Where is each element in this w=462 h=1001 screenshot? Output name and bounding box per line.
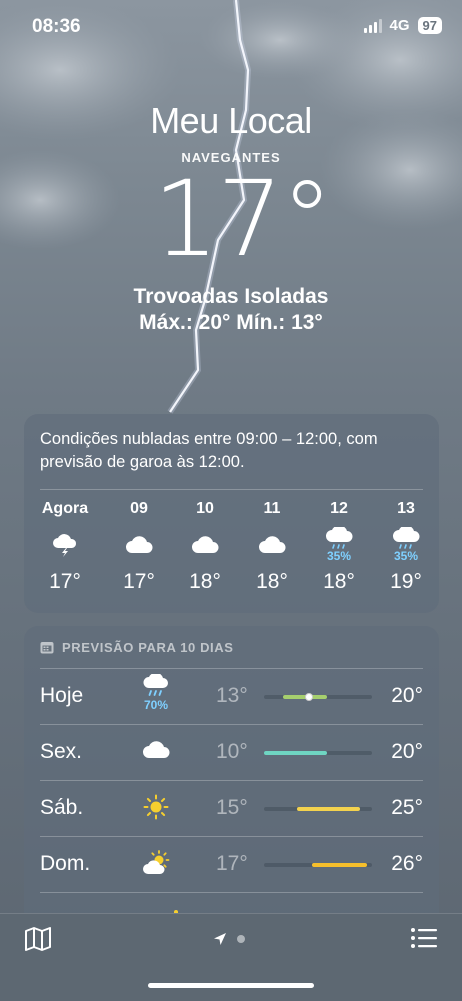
location-city: NAVEGANTES xyxy=(181,150,281,165)
forecast-summary: Condições nubladas entre 09:00 – 12:00, … xyxy=(40,430,378,471)
current-condition: Trovoadas Isoladas xyxy=(133,285,329,308)
day-row[interactable]: Sáb. 15° 25° xyxy=(24,780,439,836)
rain-cloud-icon: 70% xyxy=(136,674,176,712)
hour-item: 12 35% 18° xyxy=(309,498,369,594)
hour-label: 12 xyxy=(330,500,348,517)
day-label: Hoje xyxy=(40,684,84,707)
hour-item: 10 18° xyxy=(175,498,235,594)
current-temp-dot xyxy=(305,693,314,701)
hour-item: 13 35% 19° xyxy=(376,498,436,594)
drizzle-icon: 35% xyxy=(376,520,436,570)
row-divider xyxy=(40,724,423,725)
daily-header: PREVISÃO PARA 10 DIAS xyxy=(24,626,439,655)
network-label: 4G xyxy=(389,17,410,34)
location-header: Meu Local NAVEGANTES 17° Trovoadas Isola… xyxy=(0,100,462,335)
high-temp: 25° xyxy=(391,796,423,819)
day-label: Sáb. xyxy=(40,796,84,819)
hour-item: Agora 17° xyxy=(35,498,95,594)
current-temperature: 17° xyxy=(152,158,333,280)
location-title: Meu Local xyxy=(150,100,312,141)
cloud-icon xyxy=(109,520,169,570)
cloud-icon xyxy=(242,520,302,570)
high-temp: 20° xyxy=(391,740,423,763)
low-temp: 17° xyxy=(216,852,248,875)
row-divider xyxy=(40,892,423,893)
low-temp: 10° xyxy=(216,740,248,763)
hourly-list[interactable]: Agora 17° 09 17° 10 18° 11 18° 12 35% 18… xyxy=(24,498,439,608)
temp-range-bar xyxy=(264,863,372,867)
status-indicators: 4G 97 xyxy=(363,17,442,34)
list-icon[interactable] xyxy=(410,926,438,955)
hour-temperature: 19° xyxy=(390,570,422,593)
low-temp: 15° xyxy=(216,796,248,819)
precip-chance: 70% xyxy=(143,698,169,712)
temp-range-bar xyxy=(264,693,372,701)
hour-label: Agora xyxy=(41,500,89,517)
day-row[interactable]: Sex. 10° 20° xyxy=(24,724,439,780)
hour-item: 09 17° xyxy=(109,498,169,594)
location-arrow-icon xyxy=(214,933,226,945)
hour-temperature: 17° xyxy=(49,570,81,593)
temp-range-fill xyxy=(311,863,367,867)
row-divider xyxy=(40,780,423,781)
hour-label: 10 xyxy=(196,500,214,517)
hour-label: 11 xyxy=(263,500,281,517)
hour-temperature: 18° xyxy=(323,570,355,593)
hour-temperature: 18° xyxy=(189,570,221,593)
row-divider xyxy=(40,668,423,669)
card-divider xyxy=(40,489,423,490)
high-temp: 26° xyxy=(391,852,423,875)
row-divider xyxy=(40,836,423,837)
cloud-icon xyxy=(136,740,176,760)
map-icon[interactable] xyxy=(24,926,52,957)
hour-temperature: 17° xyxy=(123,570,155,593)
day-label: Sex. xyxy=(40,740,83,763)
hour-temperature: 18° xyxy=(256,570,288,593)
day-row[interactable]: Dom. 17° 26° xyxy=(24,836,439,892)
temp-range-fill xyxy=(264,751,327,755)
temp-range-bar xyxy=(264,751,372,755)
partly-cloudy-icon xyxy=(136,850,176,876)
hour-item: 11 18° xyxy=(242,498,302,594)
battery-icon: 97 xyxy=(417,17,442,34)
drizzle-icon: 35% xyxy=(309,520,369,570)
calendar-icon xyxy=(40,642,54,654)
day-row[interactable]: Hoje 70% 13° 20° xyxy=(24,668,439,724)
daily-header-label: PREVISÃO PARA 10 DIAS xyxy=(62,640,234,655)
precip-chance: 35% xyxy=(326,549,352,563)
precip-chance: 35% xyxy=(393,549,419,563)
sun-icon xyxy=(136,794,176,820)
home-indicator[interactable] xyxy=(148,983,314,988)
high-low: Máx.: 20° Mín.: 13° xyxy=(139,311,323,334)
signal-icon xyxy=(363,18,382,33)
low-temp: 13° xyxy=(216,684,248,707)
temp-range-bar xyxy=(264,807,372,811)
cloud-icon xyxy=(175,520,235,570)
hour-label: 13 xyxy=(397,500,415,517)
status-bar: 08:36 4G 97 xyxy=(0,0,462,56)
high-temp: 20° xyxy=(391,684,423,707)
hourly-forecast-card[interactable]: Condições nubladas entre 09:00 – 12:00, … xyxy=(24,414,439,613)
page-indicator[interactable] xyxy=(213,932,245,946)
daily-forecast-card[interactable]: PREVISÃO PARA 10 DIAS Hoje 70% 13° 20° S… xyxy=(24,626,439,926)
hour-label: 09 xyxy=(130,500,148,517)
thunder-cloud-icon xyxy=(35,520,95,570)
temp-range-fill xyxy=(297,807,361,811)
page-dot xyxy=(237,935,245,943)
day-label: Dom. xyxy=(40,852,91,875)
status-time: 08:36 xyxy=(32,16,81,37)
